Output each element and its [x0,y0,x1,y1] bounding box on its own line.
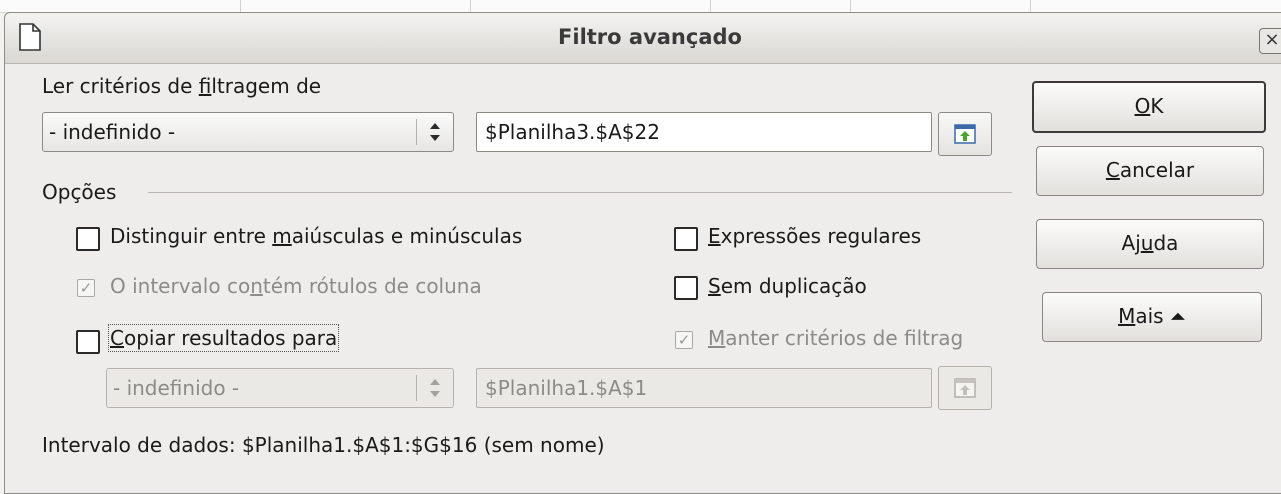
shrink-range-button[interactable] [938,112,992,156]
options-divider [148,192,1012,193]
data-range-info: Intervalo de dados: $Planilha1.$A$1:$G$1… [42,433,605,457]
spin-arrows-icon [430,379,440,397]
ok-button[interactable]: OK [1032,81,1266,133]
no-duplicates-checkbox[interactable] [674,276,698,300]
more-button[interactable]: Mais ⏶ [1042,292,1262,342]
regex-label: Expressões regulares [708,224,922,248]
regex-checkbox[interactable] [674,227,698,251]
copy-results-label: Copiar resultados para [107,324,340,352]
grid-line [470,0,471,12]
keep-criteria-checkbox[interactable]: ✓ [675,331,693,349]
options-heading: Opções [42,180,117,204]
help-button[interactable]: Ajuda [1036,219,1264,269]
grid-line [850,0,851,12]
collapse-arrow-icon: ⏶ [1169,304,1186,328]
title-bar[interactable]: Filtro avançado × [5,13,1281,64]
copy-to-range-input[interactable]: $Planilha1.$A$1 [476,368,932,408]
copy-range-picker-button[interactable] [938,366,992,410]
criteria-heading: Ler critérios de filtragem de [42,74,322,98]
close-button[interactable]: × [1259,28,1281,54]
copy-results-checkbox[interactable] [76,330,100,354]
grid-line [1030,0,1031,12]
copy-to-select[interactable]: - indefinido - [106,368,454,408]
case-sensitive-checkbox[interactable] [76,227,100,251]
criteria-range-value: $Planilha3.$A$22 [485,120,660,144]
range-picker-icon [954,378,976,398]
keep-criteria-label: Manter critérios de filtrag [708,326,964,350]
spin-arrows-icon [430,123,440,141]
grid-line [710,0,711,12]
criteria-source-select[interactable]: - indefinido - [42,112,454,152]
no-duplicates-label: Sem duplicação [708,274,867,298]
cancel-button[interactable]: Cancelar [1036,146,1264,196]
range-picker-icon [954,124,976,144]
combo-separator [416,375,417,401]
criteria-range-input[interactable]: $Planilha3.$A$22 [476,112,932,152]
criteria-source-value: - indefinido - [49,120,176,144]
column-labels-checkbox[interactable]: ✓ [77,279,95,297]
column-labels-label: O intervalo contém rótulos de coluna [110,274,482,298]
copy-to-value: - indefinido - [113,376,240,400]
case-sensitive-label: Distinguir entre maiúsculas e minúsculas [110,224,523,248]
copy-to-range-value: $Planilha1.$A$1 [485,376,648,400]
grid-line [240,0,241,12]
dialog-title: Filtro avançado [558,25,742,49]
combo-separator [416,119,417,145]
